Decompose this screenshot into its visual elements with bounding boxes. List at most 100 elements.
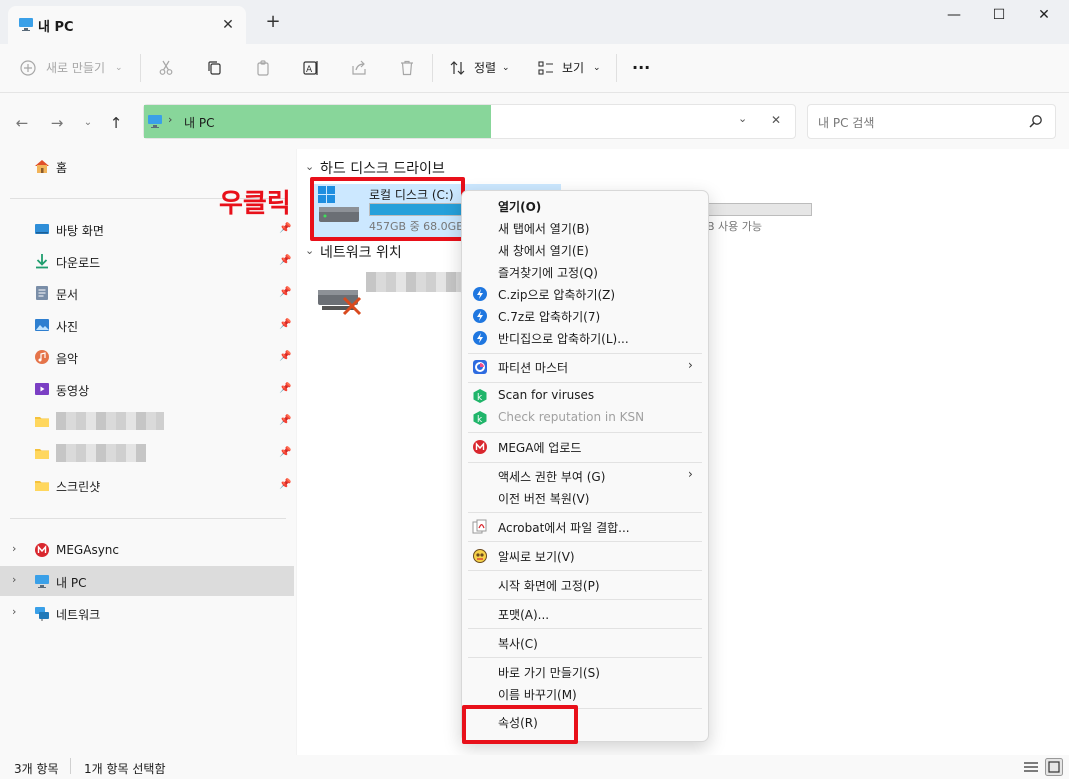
search-icon[interactable] (1029, 114, 1043, 128)
menu-separator (468, 570, 702, 571)
copy-icon[interactable] (206, 60, 222, 76)
status-bar: 3개 항목 1개 항목 선택함 (0, 755, 1069, 779)
menu-item-format[interactable]: 포맷(A)... (462, 603, 708, 625)
menu-item-alsee-view[interactable]: 알씨로 보기(V) (462, 545, 708, 567)
toolbar-divider (140, 54, 141, 82)
document-icon (34, 285, 50, 301)
sidebar-item-home[interactable]: 홈 (0, 151, 294, 181)
section-header-network[interactable]: 네트워크 위치 (320, 242, 402, 262)
collapse-chevron-icon[interactable]: ⌄ (305, 244, 314, 257)
menu-item-partition-master[interactable]: 파티션 마스터 › (462, 356, 708, 378)
pin-icon[interactable]: 📌 (279, 319, 291, 330)
pin-icon[interactable]: 📌 (279, 351, 291, 362)
sidebar-item-videos[interactable]: 동영상 📌 (0, 374, 294, 404)
menu-item-create-shortcut[interactable]: 바로 가기 만들기(S) (462, 661, 708, 683)
menu-item-acrobat-combine[interactable]: Acrobat에서 파일 결합... (462, 516, 708, 538)
sidebar-item-network[interactable]: › 네트워크 (0, 598, 294, 628)
sort-label: 정렬 (474, 61, 497, 75)
context-menu: 열기(O) 새 탭에서 열기(B) 새 창에서 열기(E) 즐겨찾기에 고정(Q… (461, 190, 709, 742)
sidebar-item-downloads[interactable]: 다운로드 📌 (0, 246, 294, 276)
tab-title: 내 PC (38, 20, 74, 35)
expand-chevron-icon[interactable]: › (12, 573, 16, 586)
sidebar-item-label: 스크린샷 (56, 480, 101, 494)
pin-icon[interactable]: 📌 (279, 223, 291, 234)
rename-icon[interactable]: A (303, 60, 319, 76)
menu-item-label: 알씨로 보기(V) (498, 550, 575, 564)
toolbar-divider (432, 54, 433, 82)
alsee-icon (472, 548, 488, 564)
pin-icon[interactable]: 📌 (279, 255, 291, 266)
paste-icon[interactable] (255, 60, 271, 76)
menu-item-label: 열기(O) (498, 200, 542, 214)
new-tab-button[interactable]: + (262, 11, 284, 33)
menu-item-mega-upload[interactable]: MEGA에 업로드 (462, 436, 708, 458)
pin-icon[interactable]: 📌 (279, 447, 291, 458)
sidebar-item-documents[interactable]: 문서 📌 (0, 278, 294, 308)
title-bar: 내 PC ✕ + — ☐ ✕ (0, 0, 1069, 44)
up-arrow-icon[interactable]: ↑ (106, 113, 126, 133)
menu-item-compress-7z[interactable]: C.7z로 압축하기(7) (462, 305, 708, 327)
forward-arrow-icon[interactable]: → (47, 113, 67, 133)
more-options-button[interactable]: ··· (632, 56, 650, 80)
menu-item-give-access[interactable]: 액세스 권한 부여 (G) › (462, 465, 708, 487)
collapse-chevron-icon[interactable]: ⌄ (305, 160, 314, 173)
menu-item-pin-quick-access[interactable]: 즐겨찾기에 고정(Q) (462, 261, 708, 283)
tab-this-pc[interactable]: 내 PC ✕ (8, 6, 246, 44)
menu-item-compress-bandizip[interactable]: 반디집으로 압축하기(L)... (462, 327, 708, 349)
menu-item-label: C.zip으로 압축하기(Z) (498, 288, 616, 302)
breadcrumb-this-pc[interactable]: 내 PC (184, 114, 214, 131)
address-dropdown-chevron-icon[interactable]: ⌄ (738, 112, 747, 125)
menu-item-copy[interactable]: 복사(C) (462, 632, 708, 654)
section-header-drives[interactable]: 하드 디스크 드라이브 (320, 158, 445, 178)
toolbar-divider (616, 54, 617, 82)
menu-item-rename[interactable]: 이름 바꾸기(M) (462, 683, 708, 705)
close-window-button[interactable]: ✕ (1021, 0, 1067, 32)
back-arrow-icon[interactable]: ← (12, 113, 32, 133)
recent-chevron-icon[interactable]: ⌄ (78, 113, 98, 133)
maximize-button[interactable]: ☐ (976, 0, 1022, 32)
menu-item-scan-viruses[interactable]: k Scan for viruses (462, 385, 708, 407)
menu-item-compress-zip[interactable]: C.zip으로 압축하기(Z) (462, 283, 708, 305)
menu-item-restore-previous[interactable]: 이전 버전 복원(V) (462, 487, 708, 509)
cut-icon[interactable] (158, 60, 174, 76)
menu-item-open-new-tab[interactable]: 새 탭에서 열기(B) (462, 217, 708, 239)
item-count: 3개 항목 (14, 762, 59, 776)
plus-circle-icon (20, 60, 36, 76)
sidebar-item-label: 동영상 (56, 384, 90, 398)
share-icon[interactable] (351, 60, 367, 76)
sidebar-item-folder-redacted[interactable]: 📌 (0, 438, 294, 468)
sidebar-item-this-pc[interactable]: › 내 PC (0, 566, 294, 596)
tiles-view-icon[interactable] (1045, 758, 1063, 776)
menu-separator (468, 382, 702, 383)
menu-item-pin-start[interactable]: 시작 화면에 고정(P) (462, 574, 708, 596)
menu-item-open[interactable]: 열기(O) (462, 195, 708, 217)
menu-item-open-new-window[interactable]: 새 창에서 열기(E) (462, 239, 708, 261)
kaspersky-icon: k (472, 410, 488, 426)
network-drive-disconnected-icon[interactable] (316, 280, 364, 318)
address-clear-icon[interactable]: ✕ (771, 113, 781, 127)
sidebar-item-screenshots[interactable]: 스크린샷 📌 (0, 470, 294, 500)
expand-chevron-icon[interactable]: › (12, 605, 16, 618)
menu-item-label: C.7z로 압축하기(7) (498, 310, 601, 324)
sidebar-item-music[interactable]: 음악 📌 (0, 342, 294, 372)
pin-icon[interactable]: 📌 (279, 479, 291, 490)
annotation-box-drive (310, 177, 465, 241)
video-icon (34, 381, 50, 397)
view-label: 보기 (562, 61, 585, 75)
pin-icon[interactable]: 📌 (279, 287, 291, 298)
menu-item-label: 즐겨찾기에 고정(Q) (498, 266, 598, 280)
pin-icon[interactable]: 📌 (279, 415, 291, 426)
delete-icon[interactable] (399, 60, 415, 76)
sidebar-item-label: 홈 (56, 161, 68, 175)
details-view-icon[interactable] (1023, 759, 1039, 775)
pictures-icon (34, 317, 50, 333)
menu-item-label: Check reputation in KSN (498, 410, 645, 424)
search-box[interactable]: 내 PC 검색 (807, 104, 1056, 139)
sidebar-item-megasync[interactable]: › MEGAsync (0, 535, 294, 565)
sidebar-item-folder-redacted[interactable]: 📌 (0, 406, 294, 436)
close-tab-button[interactable]: ✕ (218, 15, 238, 35)
expand-chevron-icon[interactable]: › (12, 542, 16, 555)
sidebar-item-pictures[interactable]: 사진 📌 (0, 310, 294, 340)
pin-icon[interactable]: 📌 (279, 383, 291, 394)
minimize-button[interactable]: — (931, 0, 977, 32)
